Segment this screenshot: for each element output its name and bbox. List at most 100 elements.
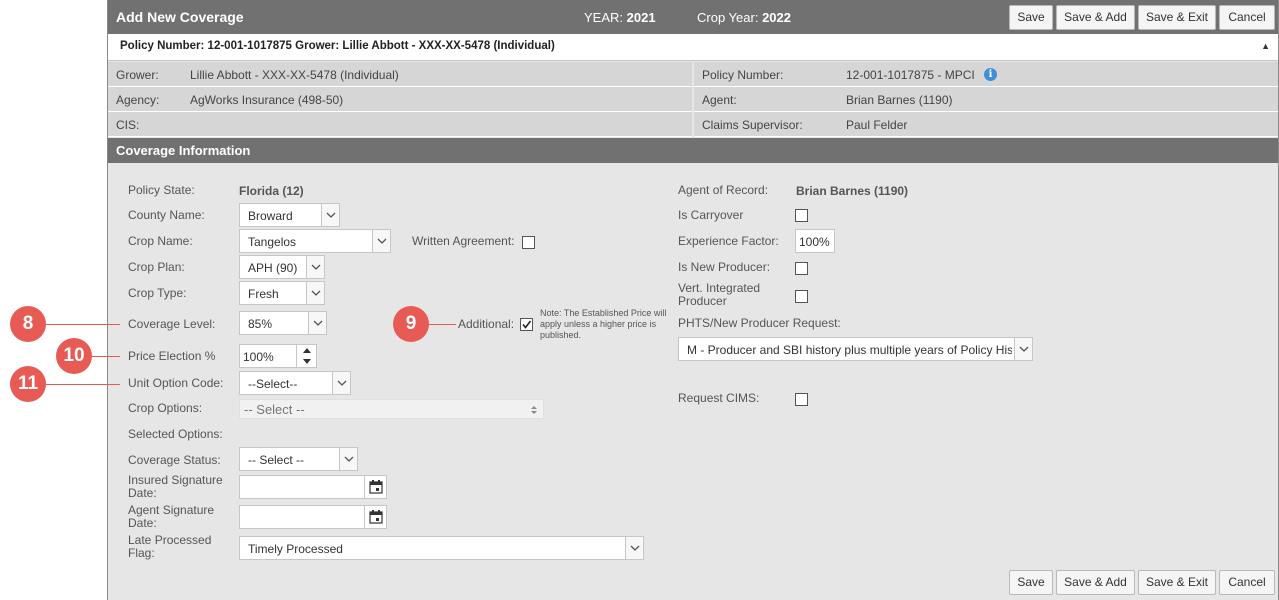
crop-plan-select[interactable]: APH (90) xyxy=(239,255,325,279)
coverage-panel: Add New Coverage YEAR: 2021 Crop Year: 2… xyxy=(107,0,1279,600)
written-agreement-checkbox[interactable] xyxy=(522,236,535,249)
agent-value: Brian Barnes (1190) xyxy=(846,93,953,107)
crop-options-multiselect[interactable]: -- Select -- xyxy=(239,399,544,419)
agency-row: Agency: AgWorks Insurance (498-50) xyxy=(108,87,692,112)
cis-label: CIS: xyxy=(116,118,140,132)
coverage-information-header: Coverage Information xyxy=(108,138,1278,163)
policy-state-label: Policy State: xyxy=(128,183,195,197)
vert-integrated-producer-label: Vert. Integrated Producer xyxy=(678,282,760,308)
price-election-value: 100% xyxy=(243,350,274,364)
policy-number-value: 12-001-1017875 - MPCI xyxy=(846,68,975,82)
grower-value: Lillie Abbott - XXX-XX-5478 (Individual) xyxy=(190,68,399,82)
vert-integrated-producer-checkbox[interactable] xyxy=(795,290,808,303)
price-election-stepper[interactable]: 100% xyxy=(239,344,317,368)
callout-marker-8: 8 xyxy=(10,306,46,342)
established-price-note: Note: The Established Price will apply u… xyxy=(540,308,667,340)
crop-plan-value: APH (90) xyxy=(248,261,298,275)
request-cims-label: Request CIMS: xyxy=(678,391,760,405)
policy-summary-bar[interactable]: Policy Number: 12-001-1017875 Grower: Li… xyxy=(108,34,1278,61)
unit-option-code-select[interactable]: --Select-- xyxy=(239,371,351,395)
crop-type-select[interactable]: Fresh xyxy=(239,281,325,305)
section-title: Coverage Information xyxy=(116,143,251,158)
chevron-down-icon xyxy=(339,448,357,470)
phts-request-select[interactable]: M - Producer and SBI history plus multip… xyxy=(678,337,1033,361)
agent-signature-label-line2: Date: xyxy=(128,516,157,530)
year-label: YEAR: xyxy=(584,10,624,25)
agent-of-record-value: Brian Barnes (1190) xyxy=(796,184,909,198)
phts-request-value: M - Producer and SBI history plus multip… xyxy=(687,343,1012,357)
coverage-level-label: Coverage Level: xyxy=(128,317,216,331)
experience-factor-label: Experience Factor: xyxy=(678,234,779,248)
save-exit-button-top[interactable]: Save & Exit xyxy=(1138,5,1216,30)
agent-of-record-label: Agent of Record: xyxy=(678,183,769,197)
save-exit-button-bottom[interactable]: Save & Exit xyxy=(1138,570,1216,595)
collapse-icon[interactable]: ▲ xyxy=(1261,41,1270,51)
is-new-producer-checkbox[interactable] xyxy=(795,262,808,275)
cancel-button-top[interactable]: Cancel xyxy=(1219,5,1275,30)
marker-11-line xyxy=(46,384,120,385)
claims-supervisor-label: Claims Supervisor: xyxy=(702,118,803,132)
coverage-level-value: 85% xyxy=(248,317,273,331)
insured-signature-label-line2: Date: xyxy=(128,486,157,500)
coverage-status-select[interactable]: -- Select -- xyxy=(239,447,358,471)
crop-plan-label: Crop Plan: xyxy=(128,260,185,274)
unit-option-code-value: --Select-- xyxy=(248,377,298,391)
late-processed-label-line2: Flag: xyxy=(128,546,155,560)
policy-summary-text: Policy Number: 12-001-1017875 Grower: Li… xyxy=(120,40,555,52)
is-carryover-checkbox[interactable] xyxy=(795,209,808,222)
marker-10-line xyxy=(90,356,120,357)
sort-arrows-icon xyxy=(531,406,537,414)
county-name-label: County Name: xyxy=(128,208,205,222)
calendar-icon[interactable] xyxy=(364,476,386,498)
save-button-bottom[interactable]: Save xyxy=(1009,570,1053,595)
agent-signature-date-input[interactable] xyxy=(239,505,387,529)
crop-name-select[interactable]: Tangelos xyxy=(239,229,391,253)
insured-signature-date-input[interactable] xyxy=(239,475,387,499)
additional-checkbox[interactable] xyxy=(520,318,533,331)
chevron-down-icon xyxy=(372,230,390,252)
calendar-icon[interactable] xyxy=(364,506,386,528)
phts-request-label: PHTS/New Producer Request: xyxy=(678,316,841,330)
county-name-select[interactable]: Broward xyxy=(239,203,340,227)
crop-type-label: Crop Type: xyxy=(128,286,187,300)
callout-marker-9: 9 xyxy=(393,306,429,342)
save-add-button-bottom[interactable]: Save & Add xyxy=(1056,570,1135,595)
checkmark-icon xyxy=(522,320,532,329)
agency-label: Agency: xyxy=(116,93,160,107)
agent-row: Agent: Brian Barnes (1190) xyxy=(694,87,1278,112)
insured-signature-label-line1: Insured Signature xyxy=(128,473,223,487)
selected-options-label: Selected Options: xyxy=(128,427,223,441)
policy-number-label: Policy Number: xyxy=(702,68,784,82)
crop-name-value: Tangelos xyxy=(248,235,297,249)
title-bar: Add New Coverage YEAR: 2021 Crop Year: 2… xyxy=(108,0,1278,34)
chevron-down-icon xyxy=(306,256,324,278)
experience-factor-value: 100% xyxy=(799,235,830,249)
coverage-level-select[interactable]: 85% xyxy=(239,311,327,335)
experience-factor-input[interactable]: 100% xyxy=(795,229,835,253)
late-processed-flag-value: Timely Processed xyxy=(248,542,343,556)
grower-label: Grower: xyxy=(116,68,159,82)
stepper-arrows[interactable] xyxy=(296,345,316,367)
chevron-down-icon xyxy=(1014,338,1032,360)
is-new-producer-label: Is New Producer: xyxy=(678,260,771,274)
crop-year-label: Crop Year: xyxy=(697,10,759,25)
marker-9-line xyxy=(428,324,456,325)
page-title: Add New Coverage xyxy=(116,9,244,25)
callout-marker-10: 10 xyxy=(56,338,92,374)
late-processed-flag-select[interactable]: Timely Processed xyxy=(239,536,644,560)
crop-year-display: Crop Year: 2022 xyxy=(697,10,791,25)
callout-marker-11: 11 xyxy=(10,366,46,402)
crop-type-value: Fresh xyxy=(248,287,279,301)
agent-signature-label-line1: Agent Signature xyxy=(128,503,215,517)
chevron-down-icon xyxy=(625,537,643,559)
coverage-status-value: -- Select -- xyxy=(248,453,305,467)
cancel-button-bottom[interactable]: Cancel xyxy=(1219,570,1275,595)
year-value: 2021 xyxy=(626,10,656,25)
request-cims-checkbox[interactable] xyxy=(795,393,808,406)
info-icon[interactable]: i xyxy=(984,68,997,81)
save-button-top[interactable]: Save xyxy=(1009,5,1053,30)
price-election-label: Price Election % xyxy=(128,349,216,363)
crop-name-label: Crop Name: xyxy=(128,234,193,248)
save-add-button-top[interactable]: Save & Add xyxy=(1056,5,1135,30)
vert-integrated-label-line2: Producer xyxy=(678,294,727,308)
